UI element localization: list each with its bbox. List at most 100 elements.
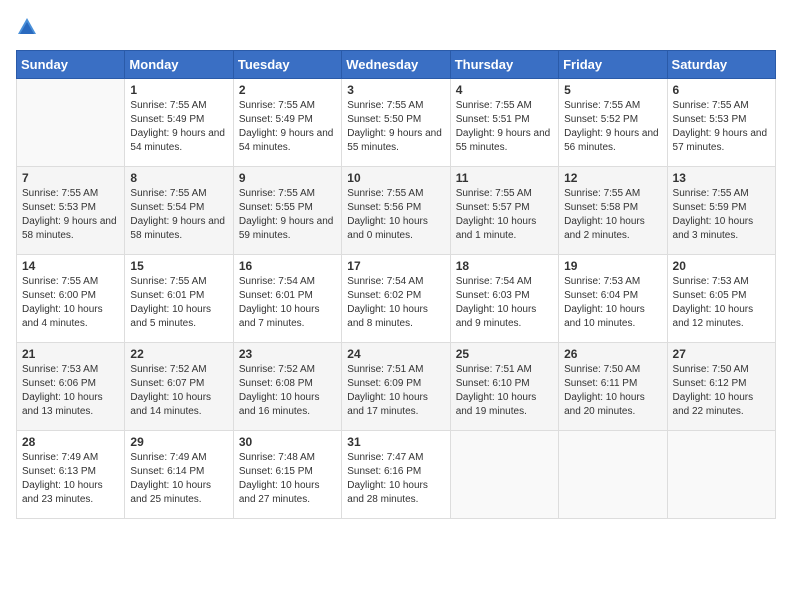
day-number: 2 [239, 83, 336, 97]
calendar-cell: 18Sunrise: 7:54 AMSunset: 6:03 PMDayligh… [450, 255, 558, 343]
day-number: 3 [347, 83, 444, 97]
day-number: 5 [564, 83, 661, 97]
day-info: Sunrise: 7:55 AMSunset: 5:51 PMDaylight:… [456, 99, 553, 155]
day-number: 20 [673, 259, 770, 273]
day-number: 7 [22, 171, 119, 185]
day-number: 6 [673, 83, 770, 97]
day-number: 1 [130, 83, 227, 97]
logo-icon [16, 16, 38, 38]
weekday-header-friday: Friday [559, 51, 667, 79]
calendar-week-row: 21 Sunrise: 7:53 AMSunset: 6:06 PMDayligh… [17, 343, 776, 431]
calendar-cell: 21 Sunrise: 7:53 AMSunset: 6:06 PMDayligh… [17, 343, 125, 431]
calendar-cell: 14Sunrise: 7:55 AMSunset: 6:00 PMDayligh… [17, 255, 125, 343]
calendar-cell: 28 Sunrise: 7:49 AMSunset: 6:13 PMDayligh… [17, 431, 125, 519]
day-number: 24 [347, 347, 444, 361]
calendar-week-row: 1 Sunrise: 7:55 AMSunset: 5:49 PMDaylight… [17, 79, 776, 167]
calendar-cell: 10 Sunrise: 7:55 AMSunset: 5:56 PMDayligh… [342, 167, 450, 255]
day-number: 17 [347, 259, 444, 273]
weekday-header-row: SundayMondayTuesdayWednesdayThursdayFrid… [17, 51, 776, 79]
calendar-cell: 7 Sunrise: 7:55 AMSunset: 5:53 PMDaylight… [17, 167, 125, 255]
day-info: Sunrise: 7:55 AMSunset: 5:57 PMDaylight:… [456, 187, 553, 243]
day-number: 4 [456, 83, 553, 97]
day-number: 21 [22, 347, 119, 361]
day-info: Sunrise: 7:55 AMSunset: 5:56 PMDaylight:… [347, 187, 444, 243]
calendar-cell [667, 431, 775, 519]
day-number: 30 [239, 435, 336, 449]
day-info: Sunrise: 7:49 AMSunset: 6:13 PMDaylight:… [22, 451, 119, 507]
weekday-header-wednesday: Wednesday [342, 51, 450, 79]
calendar-cell: 11 Sunrise: 7:55 AMSunset: 5:57 PMDayligh… [450, 167, 558, 255]
day-number: 28 [22, 435, 119, 449]
calendar-cell: 19Sunrise: 7:53 AMSunset: 6:04 PMDayligh… [559, 255, 667, 343]
calendar-cell: 13 Sunrise: 7:55 AMSunset: 5:59 PMDayligh… [667, 167, 775, 255]
day-info: Sunrise: 7:55 AMSunset: 5:53 PMDaylight:… [673, 99, 770, 155]
calendar-cell: 5 Sunrise: 7:55 AMSunset: 5:52 PMDaylight… [559, 79, 667, 167]
calendar-cell: 22Sunrise: 7:52 AMSunset: 6:07 PMDayligh… [125, 343, 233, 431]
weekday-header-monday: Monday [125, 51, 233, 79]
calendar-week-row: 7 Sunrise: 7:55 AMSunset: 5:53 PMDaylight… [17, 167, 776, 255]
calendar-cell [559, 431, 667, 519]
day-info: Sunrise: 7:51 AMSunset: 6:09 PMDaylight:… [347, 363, 444, 419]
calendar-cell: 31Sunrise: 7:47 AMSunset: 6:16 PMDayligh… [342, 431, 450, 519]
day-info: Sunrise: 7:50 AMSunset: 6:11 PMDaylight:… [564, 363, 661, 419]
day-number: 9 [239, 171, 336, 185]
calendar-cell: 8Sunrise: 7:55 AMSunset: 5:54 PMDaylight… [125, 167, 233, 255]
day-info: Sunrise: 7:55 AMSunset: 5:52 PMDaylight:… [564, 99, 661, 155]
day-info: Sunrise: 7:51 AMSunset: 6:10 PMDaylight:… [456, 363, 553, 419]
calendar-week-row: 14Sunrise: 7:55 AMSunset: 6:00 PMDayligh… [17, 255, 776, 343]
day-info: Sunrise: 7:55 AMSunset: 5:59 PMDaylight:… [673, 187, 770, 243]
calendar-cell [17, 79, 125, 167]
day-info: Sunrise: 7:53 AMSunset: 6:05 PMDaylight:… [673, 275, 770, 331]
day-number: 23 [239, 347, 336, 361]
day-info: Sunrise: 7:54 AMSunset: 6:01 PMDaylight:… [239, 275, 336, 331]
day-info: Sunrise: 7:54 AMSunset: 6:03 PMDaylight:… [456, 275, 553, 331]
day-number: 16 [239, 259, 336, 273]
calendar-cell [450, 431, 558, 519]
day-number: 31 [347, 435, 444, 449]
day-number: 27 [673, 347, 770, 361]
day-number: 10 [347, 171, 444, 185]
day-info: Sunrise: 7:55 AMSunset: 5:49 PMDaylight:… [239, 99, 336, 155]
day-info: Sunrise: 7:55 AMSunset: 5:54 PMDaylight:… [130, 187, 227, 243]
calendar-table: SundayMondayTuesdayWednesdayThursdayFrid… [16, 50, 776, 519]
day-info: Sunrise: 7:55 AMSunset: 6:01 PMDaylight:… [130, 275, 227, 331]
day-info: Sunrise: 7:53 AMSunset: 6:06 PMDaylight:… [22, 363, 119, 419]
calendar-cell: 3 Sunrise: 7:55 AMSunset: 5:50 PMDaylight… [342, 79, 450, 167]
logo [16, 16, 40, 38]
day-info: Sunrise: 7:55 AMSunset: 5:53 PMDaylight:… [22, 187, 119, 243]
calendar-cell: 2 Sunrise: 7:55 AMSunset: 5:49 PMDaylight… [233, 79, 341, 167]
day-info: Sunrise: 7:55 AMSunset: 5:50 PMDaylight:… [347, 99, 444, 155]
calendar-cell: 15 Sunrise: 7:55 AMSunset: 6:01 PMDayligh… [125, 255, 233, 343]
weekday-header-thursday: Thursday [450, 51, 558, 79]
page-header [16, 16, 776, 38]
weekday-header-sunday: Sunday [17, 51, 125, 79]
day-number: 15 [130, 259, 227, 273]
day-number: 12 [564, 171, 661, 185]
calendar-cell: 1 Sunrise: 7:55 AMSunset: 5:49 PMDaylight… [125, 79, 233, 167]
day-info: Sunrise: 7:55 AMSunset: 5:55 PMDaylight:… [239, 187, 336, 243]
day-info: Sunrise: 7:54 AMSunset: 6:02 PMDaylight:… [347, 275, 444, 331]
day-number: 11 [456, 171, 553, 185]
calendar-cell: 20 Sunrise: 7:53 AMSunset: 6:05 PMDayligh… [667, 255, 775, 343]
day-number: 25 [456, 347, 553, 361]
day-info: Sunrise: 7:55 AMSunset: 5:49 PMDaylight:… [130, 99, 227, 155]
calendar-cell: 6 Sunrise: 7:55 AMSunset: 5:53 PMDaylight… [667, 79, 775, 167]
day-number: 26 [564, 347, 661, 361]
day-info: Sunrise: 7:50 AMSunset: 6:12 PMDaylight:… [673, 363, 770, 419]
weekday-header-tuesday: Tuesday [233, 51, 341, 79]
calendar-cell: 4 Sunrise: 7:55 AMSunset: 5:51 PMDaylight… [450, 79, 558, 167]
day-info: Sunrise: 7:52 AMSunset: 6:08 PMDaylight:… [239, 363, 336, 419]
day-info: Sunrise: 7:55 AMSunset: 6:00 PMDaylight:… [22, 275, 119, 331]
day-number: 13 [673, 171, 770, 185]
calendar-cell: 26 Sunrise: 7:50 AMSunset: 6:11 PMDayligh… [559, 343, 667, 431]
day-number: 22 [130, 347, 227, 361]
calendar-cell: 25 Sunrise: 7:51 AMSunset: 6:10 PMDayligh… [450, 343, 558, 431]
calendar-cell: 24 Sunrise: 7:51 AMSunset: 6:09 PMDayligh… [342, 343, 450, 431]
calendar-cell: 23 Sunrise: 7:52 AMSunset: 6:08 PMDayligh… [233, 343, 341, 431]
calendar-week-row: 28 Sunrise: 7:49 AMSunset: 6:13 PMDayligh… [17, 431, 776, 519]
day-info: Sunrise: 7:48 AMSunset: 6:15 PMDaylight:… [239, 451, 336, 507]
day-number: 19 [564, 259, 661, 273]
calendar-cell: 9 Sunrise: 7:55 AMSunset: 5:55 PMDaylight… [233, 167, 341, 255]
calendar-cell: 16 Sunrise: 7:54 AMSunset: 6:01 PMDayligh… [233, 255, 341, 343]
calendar-cell: 30 Sunrise: 7:48 AMSunset: 6:15 PMDayligh… [233, 431, 341, 519]
